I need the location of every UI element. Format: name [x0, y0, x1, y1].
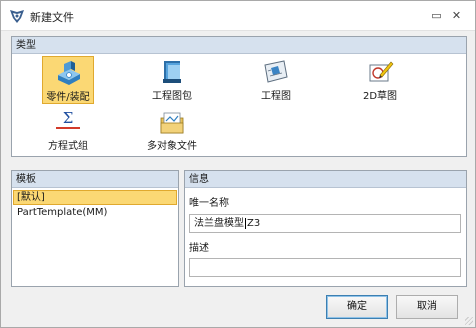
type-item-label: 2D草图	[362, 91, 398, 102]
unique-name-value: 法兰盘模型	[194, 218, 244, 229]
ok-button[interactable]: 确定	[326, 295, 388, 319]
2d-sketch-icon	[369, 61, 394, 82]
template-list[interactable]: [默认] PartTemplate(MM)	[12, 190, 178, 220]
type-header: 类型	[12, 37, 466, 54]
template-header: 模板	[12, 171, 178, 188]
type-item-label: 多对象文件	[147, 141, 197, 152]
type-item-equation-set[interactable]: Σ 方程式组	[42, 106, 94, 154]
type-item-part-assembly[interactable]: 零件/装配	[42, 56, 94, 104]
info-group: 信息 唯一名称 法兰盘模型 Z3 描述	[184, 170, 467, 287]
template-item-default[interactable]: [默认]	[13, 190, 177, 205]
type-item-drawing-package[interactable]: 工程图包	[146, 56, 198, 104]
new-file-dialog: 新建文件 ▭ ✕ 类型 零件/装配 工程图包 工程图 2D草图 Σ 方程式组 多…	[0, 0, 476, 328]
type-item-multi-object-file[interactable]: 多对象文件	[146, 106, 198, 154]
drawing-package-icon	[163, 61, 181, 83]
type-item-2d-sketch[interactable]: 2D草图	[354, 56, 406, 104]
type-item-label: 方程式组	[48, 141, 88, 152]
type-item-drawing[interactable]: 工程图	[250, 56, 302, 104]
cancel-button[interactable]: 取消	[396, 295, 458, 319]
equation-set-icon: Σ	[54, 109, 82, 135]
title-bar[interactable]: 新建文件 ▭ ✕	[1, 1, 475, 31]
unique-name-label: 唯一名称	[189, 198, 229, 209]
part-assembly-icon	[58, 61, 80, 85]
window-title: 新建文件	[30, 11, 74, 24]
app-logo-icon	[10, 10, 24, 23]
unique-name-input[interactable]: 法兰盘模型 Z3	[189, 214, 461, 233]
multi-object-file-icon	[160, 112, 184, 134]
resize-grip[interactable]	[465, 317, 473, 325]
description-input[interactable]	[189, 258, 461, 277]
type-item-label: 工程图包	[152, 91, 192, 102]
restore-icon[interactable]: ▭	[430, 9, 443, 22]
type-group: 类型 零件/装配 工程图包 工程图 2D草图 Σ 方程式组 多对象文件	[11, 36, 467, 157]
description-label: 描述	[189, 243, 209, 254]
text-cursor	[245, 217, 246, 229]
drawing-icon	[264, 60, 288, 83]
type-item-label: 零件/装配	[46, 92, 90, 103]
type-item-label: 工程图	[261, 91, 291, 102]
info-header: 信息	[185, 171, 466, 188]
close-icon[interactable]: ✕	[450, 9, 463, 22]
template-group: 模板 [默认] PartTemplate(MM)	[11, 170, 179, 287]
template-item-parttemplate-mm[interactable]: PartTemplate(MM)	[13, 205, 177, 220]
unique-name-suffix: Z3	[247, 218, 261, 229]
